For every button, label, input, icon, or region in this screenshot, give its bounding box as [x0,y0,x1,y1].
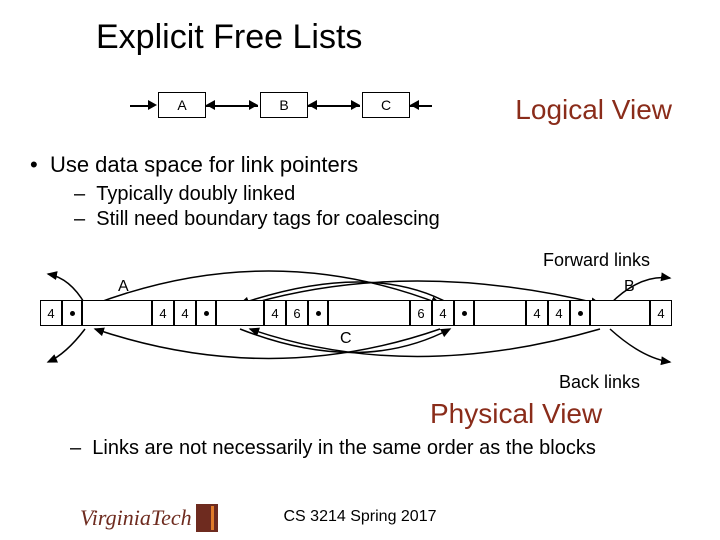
cell: 4 [152,300,174,326]
page-title: Explicit Free Lists [96,18,362,57]
cell [328,300,410,326]
cell: 4 [650,300,672,326]
logo-mark-icon [196,504,218,532]
dot-icon [204,311,209,316]
cell: 4 [548,300,570,326]
bullet-sub1: Typically doubly linked [96,183,295,205]
cell: 4 [432,300,454,326]
logical-node-b: B [260,92,308,118]
bullet-list: • Use data space for link pointers – Typ… [30,152,690,232]
cell [82,300,152,326]
vt-logo: VirginiaTech [80,504,218,532]
cell: 4 [526,300,548,326]
back-links-label: Back links [559,372,640,393]
cell: 4 [264,300,286,326]
dot-icon [70,311,75,316]
logo-text: VirginiaTech [80,505,192,531]
cell [216,300,264,326]
logical-node-c: C [362,92,410,118]
cell [62,300,82,326]
cell [454,300,474,326]
bullet-main: Use data space for link pointers [50,152,358,177]
cell [570,300,590,326]
physical-view-label: Physical View [430,398,602,430]
cell [590,300,650,326]
dot-icon [462,311,467,316]
logical-view-label: Logical View [515,94,672,126]
cell: 6 [286,300,308,326]
bullet-sub2: Still need boundary tags for coalescing [96,208,440,230]
dot-icon [316,311,321,316]
block-label-c: C [340,330,352,348]
cell: 4 [40,300,62,326]
dot-icon [578,311,583,316]
cell [308,300,328,326]
cell [196,300,216,326]
final-bullet: – Links are not necessarily in the same … [70,436,680,460]
logical-node-a: A [158,92,206,118]
final-bullet-text: Links are not necessarily in the same or… [92,437,596,459]
cell: 6 [410,300,432,326]
cell: 4 [174,300,196,326]
physical-blocks: A B C 4 4 4 4 6 6 4 4 4 4 [40,300,680,336]
cell [474,300,526,326]
forward-links-label: Forward links [543,250,650,271]
block-label-a: A [118,278,129,296]
block-label-b: B [624,278,635,296]
